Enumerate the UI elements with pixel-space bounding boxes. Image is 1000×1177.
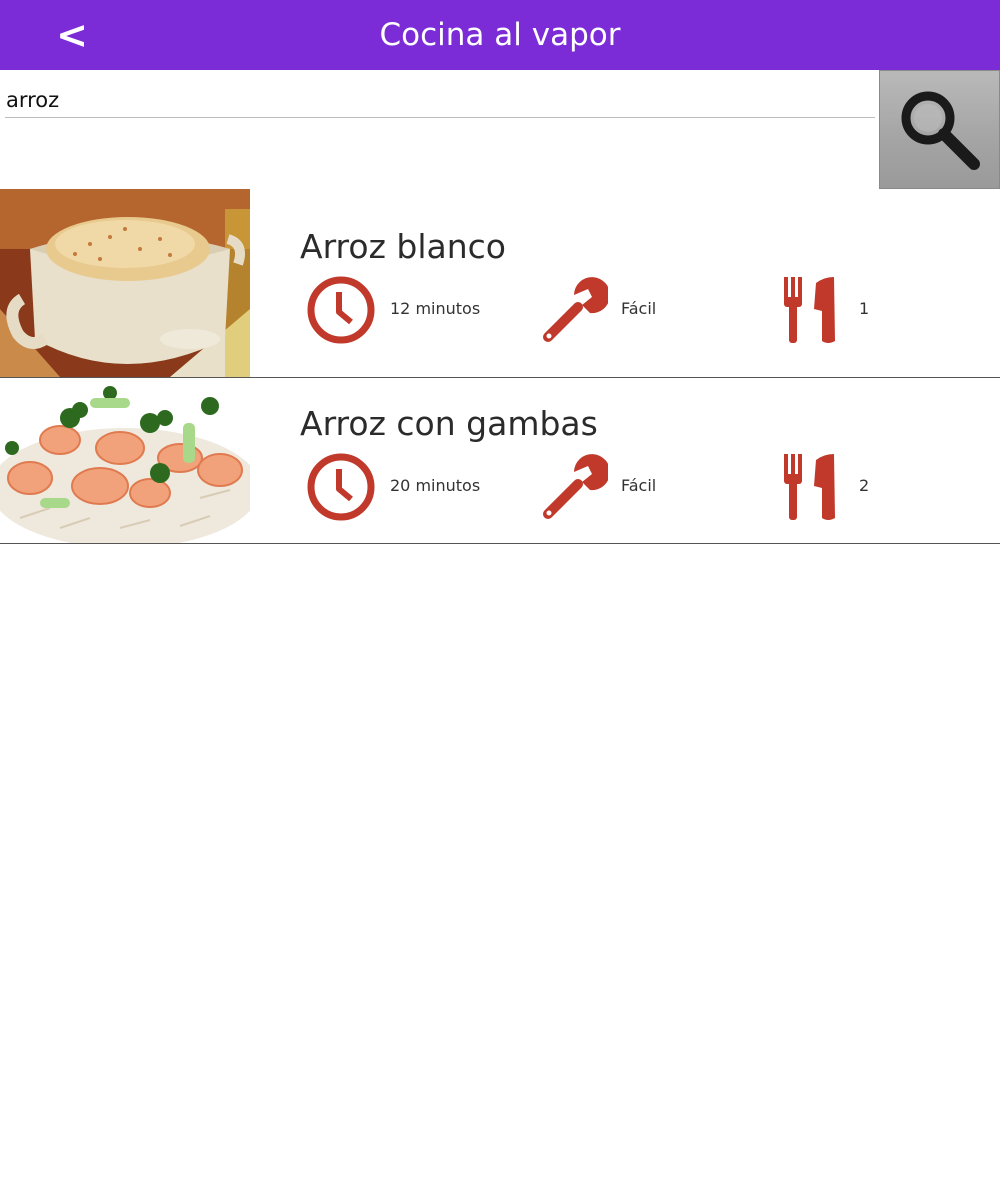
recipe-title: Arroz con gambas	[300, 404, 598, 443]
servings: 2	[859, 476, 870, 495]
cooking-time: 12 minutos	[390, 299, 481, 318]
recipe-meta: 12 minutos Fácil 1	[0, 275, 1000, 345]
wrench-icon	[543, 277, 608, 342]
app-header: < Cocina al vapor	[0, 0, 1000, 70]
recipe-row[interactable]: Arroz blanco 12 minutos Fácil 1	[0, 189, 1000, 378]
search-bar	[0, 70, 1000, 190]
recipe-title: Arroz blanco	[300, 227, 506, 266]
clock-icon	[307, 276, 375, 344]
page-title: Cocina al vapor	[379, 17, 621, 53]
search-icon	[901, 91, 980, 170]
clock-icon	[307, 453, 375, 521]
search-button[interactable]	[879, 70, 1000, 189]
recipe-list: Arroz blanco 12 minutos Fácil 1 Arroz co…	[0, 189, 1000, 544]
servings: 1	[859, 299, 870, 318]
recipe-meta: 20 minutos Fácil 2	[0, 452, 1000, 522]
cooking-time: 20 minutos	[390, 476, 481, 495]
cutlery-icon	[784, 454, 835, 520]
back-button[interactable]: <	[52, 10, 92, 60]
difficulty: Fácil	[621, 476, 657, 495]
cutlery-icon	[784, 277, 835, 343]
recipe-row[interactable]: Arroz con gambas 20 minutos Fácil 2	[0, 378, 1000, 544]
difficulty: Fácil	[621, 299, 657, 318]
search-input[interactable]	[5, 84, 875, 118]
wrench-icon	[543, 454, 608, 519]
